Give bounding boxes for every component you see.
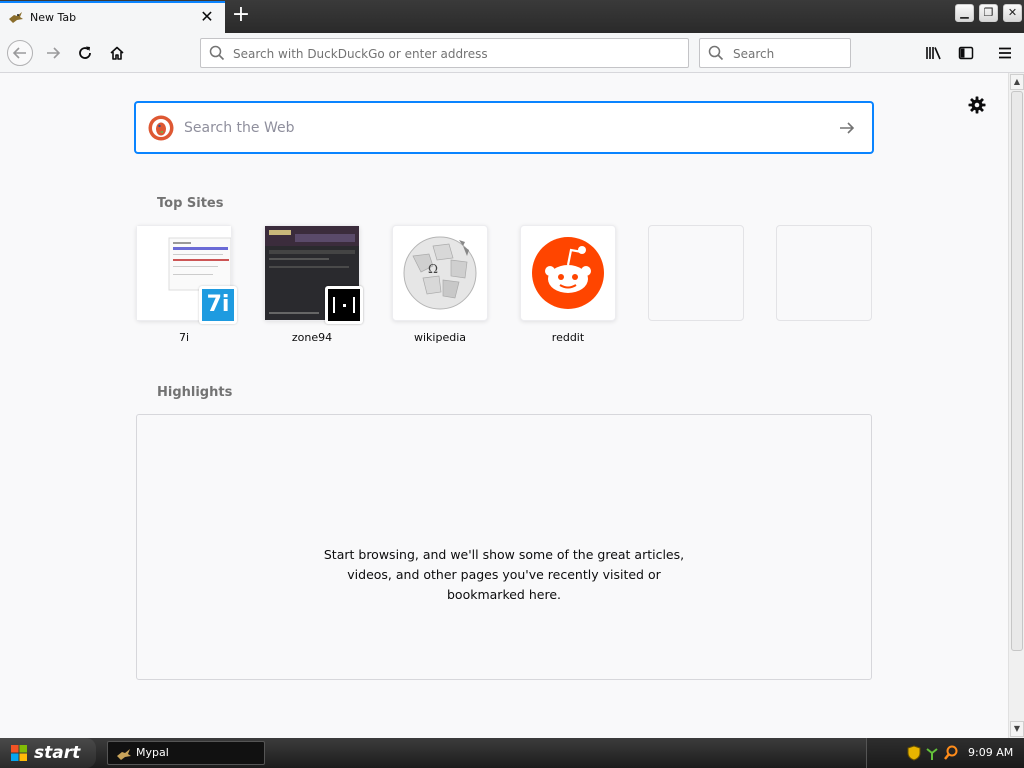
address-input[interactable]	[231, 45, 675, 63]
top-sites-title: Top Sites	[157, 196, 224, 211]
os-taskbar: start Mypal 9:09 AM	[0, 738, 1024, 768]
new-tab-page: Top Sites 7i 7i	[0, 73, 1008, 738]
window-close-button[interactable]: ✕	[1003, 4, 1022, 22]
top-site-placeholder	[648, 225, 744, 321]
restore-icon: ❐	[983, 6, 994, 19]
taskbar-item-mypal[interactable]: Mypal	[107, 741, 265, 765]
shield-icon[interactable]	[907, 745, 921, 761]
top-site-tile-zone94[interactable]	[264, 225, 363, 324]
search-input[interactable]	[731, 45, 845, 63]
tab-strip: New Tab ✕ + ▁ ❐ ✕	[0, 0, 1024, 33]
mypal-favicon-icon	[9, 12, 23, 23]
scroll-up-arrow-icon[interactable]: ▲	[1010, 74, 1024, 90]
home-button[interactable]	[103, 39, 131, 67]
library-button[interactable]	[920, 39, 948, 67]
highlights-message-line: videos, and other pages you've recently …	[347, 567, 661, 582]
top-site-placeholder	[776, 225, 872, 321]
reload-button[interactable]	[71, 39, 99, 67]
wikipedia-globe-icon: Ω	[403, 236, 477, 310]
highlights-title: Highlights	[157, 385, 233, 400]
top-site-label: wikipedia	[413, 331, 466, 344]
system-tray: 9:09 AM	[866, 738, 1024, 768]
vertical-scrollbar[interactable]: ▲ ▼	[1008, 73, 1024, 738]
duckduckgo-logo-icon	[148, 115, 174, 141]
back-button[interactable]	[6, 39, 34, 67]
sidebar-icon	[958, 46, 974, 60]
new-tab-button[interactable]: +	[229, 4, 253, 27]
highlights-empty-state: Start browsing, and we'll show some of t…	[136, 414, 872, 680]
gear-icon[interactable]	[967, 95, 987, 115]
search-bar[interactable]	[699, 38, 851, 68]
highlights-message-line: Start browsing, and we'll show some of t…	[323, 547, 685, 562]
restore-button[interactable]: ❐	[979, 4, 998, 22]
tab-new-tab[interactable]: New Tab ✕	[0, 1, 225, 33]
reddit-logo-icon	[532, 237, 604, 309]
forward-button[interactable]	[39, 39, 67, 67]
zone94-badge	[325, 286, 363, 324]
hamburger-menu-icon	[999, 47, 1011, 59]
reload-icon	[79, 46, 91, 59]
search-icon	[708, 45, 724, 61]
taskbar-item-label: Mypal	[136, 746, 169, 759]
tab-close-icon[interactable]: ✕	[197, 7, 217, 27]
menu-button[interactable]	[991, 39, 1019, 67]
search-icon	[209, 45, 225, 61]
seven-i-badge: 7i	[199, 286, 237, 324]
magnifier-tray-icon[interactable]	[944, 745, 958, 761]
top-site-label: zone94	[291, 331, 333, 344]
windows-logo-icon	[11, 745, 27, 761]
wikipedia-glyph: Ω	[428, 262, 438, 276]
sidebar-button[interactable]	[952, 39, 980, 67]
tab-title: New Tab	[30, 11, 77, 24]
web-search-box[interactable]	[135, 102, 873, 153]
mypal-app-icon	[117, 749, 131, 760]
search-submit-arrow-icon[interactable]	[837, 118, 857, 138]
address-bar[interactable]	[200, 38, 689, 68]
web-search-input[interactable]	[182, 117, 826, 139]
back-arrow-icon	[12, 47, 26, 59]
seven-i-logo-icon: 7i	[202, 289, 234, 321]
start-label: start	[34, 743, 81, 763]
highlights-empty-message: Start browsing, and we'll show some of t…	[137, 545, 871, 605]
top-site-tile-wikipedia[interactable]: Ω	[392, 225, 488, 321]
top-site-label: reddit	[551, 331, 585, 344]
home-icon	[110, 46, 124, 60]
scroll-down-arrow-icon[interactable]: ▼	[1010, 721, 1024, 737]
scrollbar-thumb[interactable]	[1011, 91, 1023, 651]
network-icon[interactable]	[925, 745, 939, 761]
minimize-button[interactable]: ▁	[955, 4, 974, 22]
system-clock: 9:09 AM	[968, 746, 1014, 759]
highlights-message-line: bookmarked here.	[447, 587, 561, 602]
library-icon	[926, 47, 941, 60]
start-button[interactable]: start	[0, 738, 96, 768]
close-icon: ✕	[1007, 6, 1018, 19]
forward-arrow-icon	[47, 47, 61, 59]
top-site-tile-reddit[interactable]	[520, 225, 616, 321]
zone94-logo-icon	[328, 289, 360, 321]
top-site-label: 7i	[178, 331, 190, 344]
top-site-tile-7i[interactable]: 7i	[136, 225, 237, 324]
minimize-icon: ▁	[960, 6, 969, 19]
navigation-toolbar	[0, 33, 1024, 73]
